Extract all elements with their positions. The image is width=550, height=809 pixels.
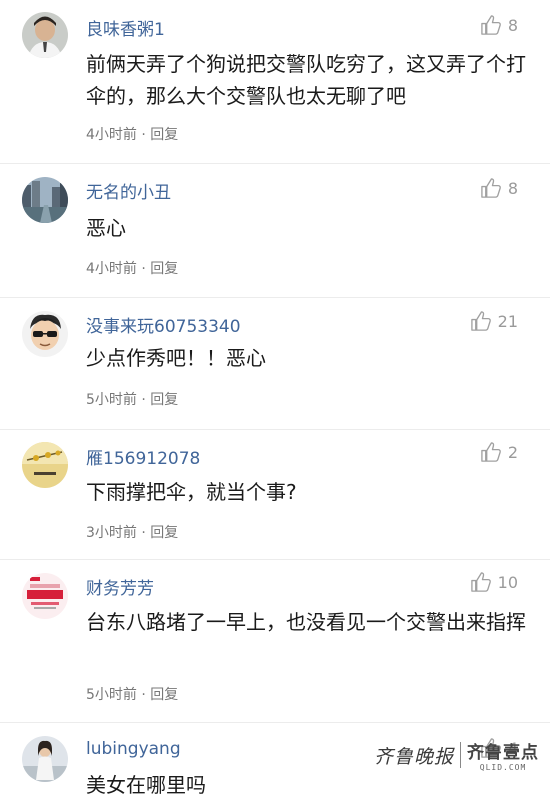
watermark-logo-left: 齐鲁晚报 (374, 745, 455, 768)
avatar[interactable] (22, 311, 68, 357)
like-count: 2 (507, 443, 518, 462)
comment-item: 财务芳芳 10 台东八路堵了一早上，也没看见一个交警出来指挥 5小时前 · 回复 (0, 560, 550, 723)
reply-button[interactable]: 回复 (150, 261, 178, 277)
comment-meta: 4小时前 · 回复 (86, 124, 178, 144)
username[interactable]: 没事来玩60753340 (86, 312, 241, 337)
comment-text: 少点作秀吧！！恶心 (86, 346, 266, 370)
reply-button[interactable]: 回复 (150, 127, 178, 143)
avatar[interactable] (22, 573, 68, 619)
watermark-divider (460, 742, 462, 768)
comment-meta: 3小时前 · 回复 (86, 522, 178, 542)
like-button[interactable]: 8 (480, 14, 518, 37)
username[interactable]: 雁156912078 (86, 444, 200, 469)
promo-poster-avatar-icon (22, 573, 68, 619)
separator: · (141, 261, 146, 277)
yellow-flower-avatar-icon (22, 442, 68, 488)
timestamp: 5小时前 (86, 687, 137, 703)
thumbs-up-icon (481, 15, 501, 35)
comment-item: 良味香粥1 8 前俩天弄了个狗说把交警队吃穷了，这又弄了个打伞的，那么大个交警队… (0, 0, 550, 164)
separator: · (141, 127, 146, 143)
avatar[interactable] (22, 442, 68, 488)
separator: · (141, 687, 146, 703)
username[interactable]: 良味香粥1 (86, 15, 165, 40)
avatar[interactable] (22, 12, 68, 58)
separator: · (141, 525, 146, 541)
comment-text: 下雨撑把伞，就当个事? (86, 480, 297, 504)
avatar[interactable] (22, 736, 68, 782)
username[interactable]: 财务芳芳 (86, 574, 154, 599)
thumbs-up-icon (481, 442, 501, 462)
timestamp: 5小时前 (86, 392, 137, 408)
comment-meta: 4小时前 · 回复 (86, 258, 178, 278)
thumbs-up-icon (481, 178, 501, 198)
timestamp: 4小时前 (86, 261, 137, 277)
timestamp: 4小时前 (86, 127, 137, 143)
thumbs-up-icon (470, 311, 491, 331)
like-count: 8 (507, 16, 518, 35)
comment-meta: 5小时前 · 回复 (86, 389, 178, 409)
comment-text: 台东八路堵了一早上，也没看见一个交警出来指挥 (86, 610, 526, 634)
reply-button[interactable]: 回复 (150, 392, 178, 408)
like-count: 10 (497, 573, 518, 592)
like-button[interactable]: 8 (480, 177, 518, 200)
woman-photo-avatar-icon (22, 736, 68, 782)
reply-button[interactable]: 回复 (150, 525, 178, 541)
comment-item: 雁156912078 2 下雨撑把伞，就当个事? 3小时前 · 回复 (0, 430, 550, 560)
comment-text: 恶心 (86, 216, 126, 240)
watermark-logo-right: 齐鲁壹点 QLID.COM (467, 738, 539, 772)
sunglasses-cartoon-avatar-icon (22, 311, 68, 357)
like-button[interactable]: 21 (470, 310, 518, 333)
like-count: 21 (497, 312, 518, 331)
watermark-domain: QLID.COM (479, 763, 527, 772)
separator: · (141, 392, 146, 408)
thumbs-up-icon (470, 572, 491, 592)
reply-button[interactable]: 回复 (150, 687, 178, 703)
watermark: 齐鲁晚报 齐鲁壹点 QLID.COM (374, 738, 539, 772)
comment-text: 美女在哪里吗 (86, 773, 206, 797)
watermark-brand: 齐鲁壹点 (467, 743, 540, 763)
comment-item: 没事来玩60753340 21 少点作秀吧！！恶心 5小时前 · 回复 (0, 298, 550, 430)
comment-item: 无名的小丑 8 恶心 4小时前 · 回复 (0, 164, 550, 298)
city-street-avatar-icon (22, 177, 68, 223)
like-button[interactable]: 2 (480, 441, 518, 464)
comment-text: 前俩天弄了个狗说把交警队吃穷了，这又弄了个打伞的，那么大个交警队也太无聊了吧 (86, 52, 526, 108)
avatar[interactable] (22, 177, 68, 223)
like-button[interactable]: 10 (470, 571, 518, 594)
like-count: 8 (507, 179, 518, 198)
comment-meta: 5小时前 · 回复 (86, 684, 178, 704)
username[interactable]: 无名的小丑 (86, 178, 171, 203)
man-portrait-avatar-icon (22, 12, 68, 58)
username[interactable]: lubingyang (86, 739, 181, 759)
timestamp: 3小时前 (86, 525, 137, 541)
